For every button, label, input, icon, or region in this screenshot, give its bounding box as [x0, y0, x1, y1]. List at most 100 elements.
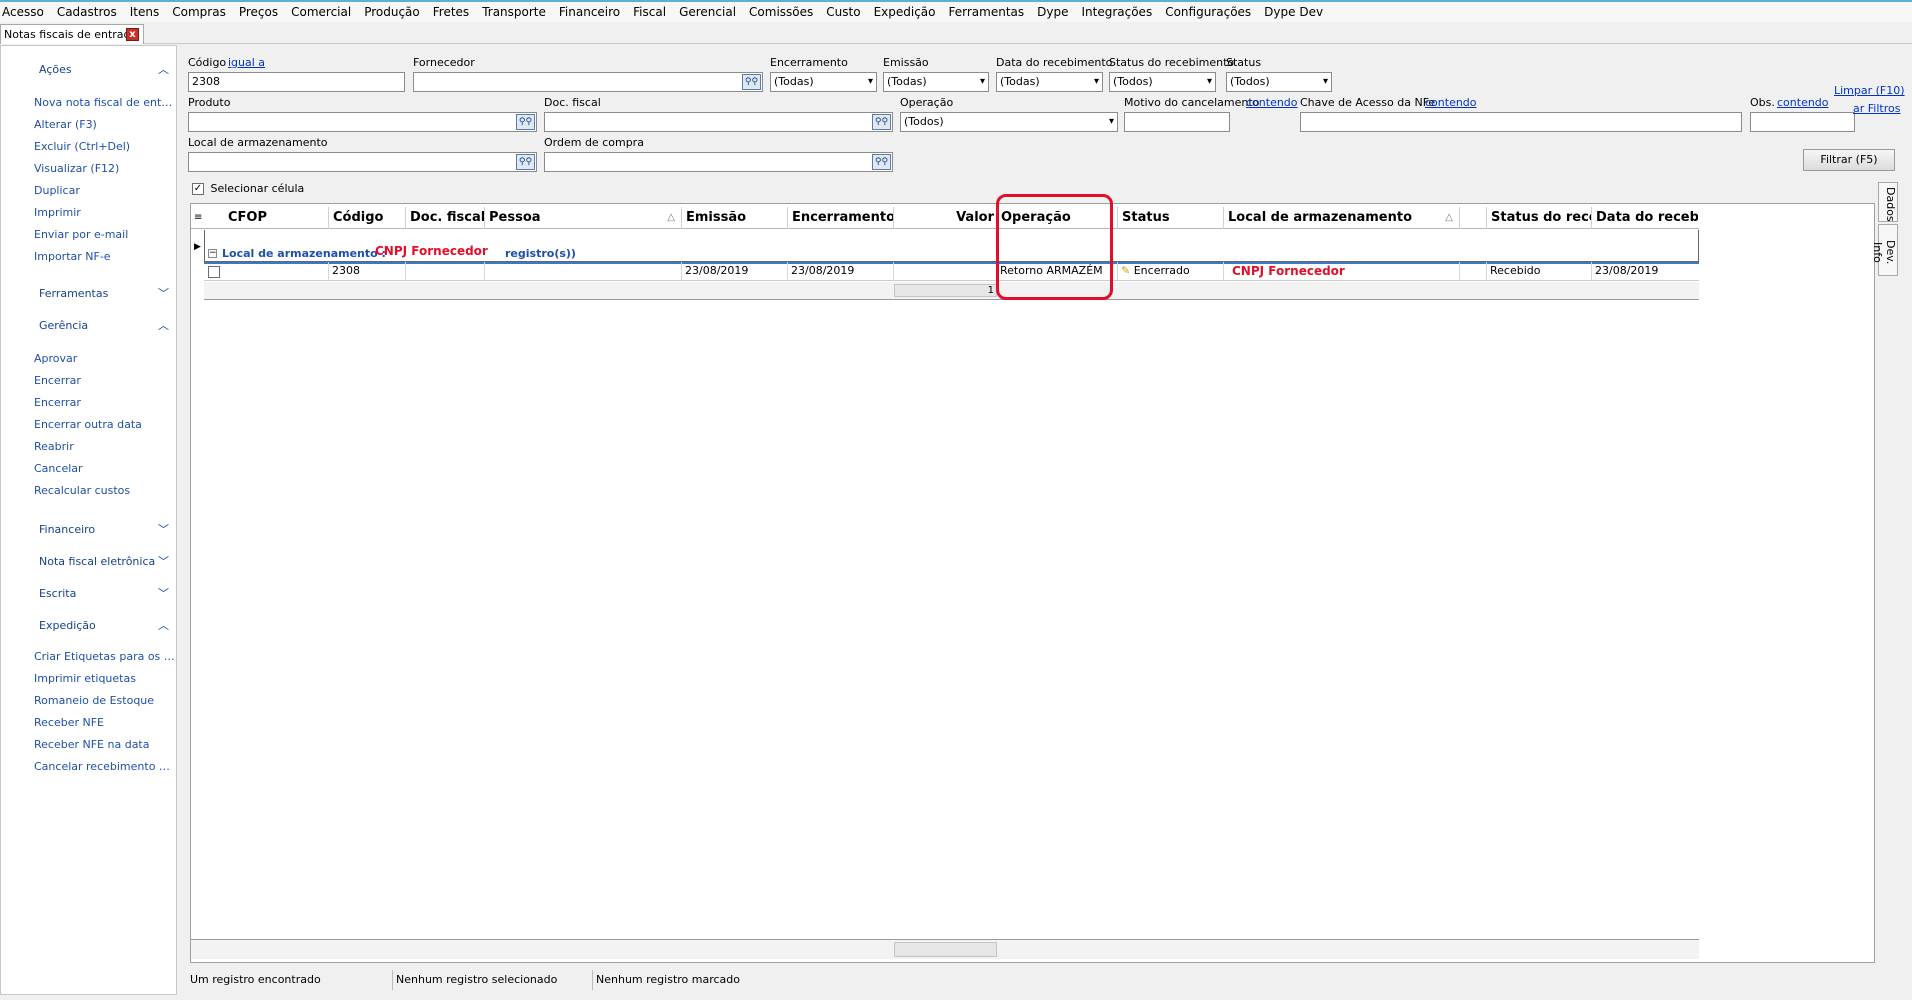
- menu-dype-dev[interactable]: Dype Dev: [1264, 5, 1323, 19]
- col-pessoa[interactable]: Pessoa △: [485, 207, 682, 229]
- chevron-up-icon[interactable]: ︿: [158, 616, 169, 636]
- cell-codigo[interactable]: 2308: [329, 262, 406, 280]
- filtros-link[interactable]: ar Filtros: [1853, 102, 1900, 115]
- obs-mode-link[interactable]: contendo: [1777, 96, 1829, 109]
- action-imprimir[interactable]: Imprimir: [34, 206, 176, 219]
- binoculars-icon[interactable]: ⚲⚲: [516, 114, 535, 130]
- action-cancelar[interactable]: Cancelar: [34, 462, 176, 475]
- menu-custo[interactable]: Custo: [826, 5, 860, 19]
- binoculars-icon[interactable]: ⚲⚲: [516, 154, 535, 170]
- menu-itens[interactable]: Itens: [130, 5, 159, 19]
- collapse-icon[interactable]: −: [208, 249, 217, 258]
- action-receber-nfe[interactable]: Receber NFE: [34, 716, 176, 729]
- col-cfop[interactable]: CFOP: [224, 207, 329, 229]
- section-acoes[interactable]: Ações ︿: [1, 60, 177, 80]
- menu-integracoes[interactable]: Integrações: [1081, 5, 1152, 19]
- menu-acesso[interactable]: Acesso: [2, 5, 44, 19]
- tab-dev-info[interactable]: Dev. Info: [1871, 224, 1898, 276]
- action-recalcular-custos[interactable]: Recalcular custos: [34, 484, 176, 497]
- col-encerramento[interactable]: Encerramento: [788, 207, 894, 229]
- cell-emissao[interactable]: 23/08/2019: [682, 262, 788, 280]
- menu-compras[interactable]: Compras: [172, 5, 226, 19]
- action-cancelar-recebimento[interactable]: Cancelar recebimento NFE: [34, 760, 176, 773]
- col-operacao[interactable]: Operação: [997, 207, 1118, 229]
- action-romaneio-estoque[interactable]: Romaneio de Estoque: [34, 694, 176, 707]
- chevron-down-icon[interactable]: ﹀: [158, 584, 169, 604]
- chevron-down-icon[interactable]: ﹀: [158, 552, 169, 572]
- col-valor[interactable]: Valor: [894, 207, 997, 229]
- menu-comissoes[interactable]: Comissões: [749, 5, 813, 19]
- action-excluir[interactable]: Excluir (Ctrl+Del): [34, 140, 176, 153]
- tab-notas-fiscais-entrada[interactable]: Notas fiscais de entrada x: [0, 24, 144, 44]
- action-reabrir[interactable]: Reabrir: [34, 440, 176, 453]
- data-recebimento-select[interactable]: (Todas) ▾: [996, 72, 1103, 92]
- binoculars-icon[interactable]: ⚲⚲: [742, 74, 761, 90]
- ordem-compra-input[interactable]: ⚲⚲: [544, 152, 893, 172]
- action-imprimir-etiquetas[interactable]: Imprimir etiquetas: [34, 672, 176, 685]
- cell-local[interactable]: CNPJ Fornecedor: [1224, 262, 1460, 280]
- menu-configuracoes[interactable]: Configurações: [1165, 5, 1251, 19]
- action-visualizar[interactable]: Visualizar (F12): [34, 162, 176, 175]
- limpar-link[interactable]: Limpar (F10): [1834, 84, 1905, 97]
- cell-valor[interactable]: [894, 262, 997, 280]
- close-icon[interactable]: x: [126, 28, 139, 41]
- menu-gerencial[interactable]: Gerencial: [679, 5, 736, 19]
- col-status-recebimento[interactable]: Status do recebimento: [1487, 207, 1592, 229]
- section-financeiro[interactable]: Financeiro ﹀: [1, 520, 177, 540]
- section-nfe[interactable]: Nota fiscal eletrônica ﹀: [1, 552, 177, 572]
- section-ferramentas[interactable]: Ferramentas ﹀: [1, 284, 177, 304]
- menu-expedicao[interactable]: Expedição: [874, 5, 936, 19]
- produto-input[interactable]: ⚲⚲: [188, 112, 537, 132]
- cell-status[interactable]: ✎ Encerrado: [1118, 262, 1224, 280]
- group-row[interactable]: − Local de armazenamento : CNPJ Forneced…: [204, 230, 1699, 262]
- status-select[interactable]: (Todos) ▾: [1226, 72, 1332, 92]
- menu-precos[interactable]: Preços: [239, 5, 278, 19]
- column-chooser-icon[interactable]: ≡: [194, 212, 202, 223]
- obs-input[interactable]: [1750, 112, 1855, 132]
- local-armazenamento-input[interactable]: ⚲⚲: [188, 152, 537, 172]
- cell-pessoa[interactable]: [485, 262, 682, 280]
- cell-doc-fiscal[interactable]: [406, 262, 485, 280]
- chevron-up-icon[interactable]: ︿: [158, 60, 169, 80]
- menu-fretes[interactable]: Fretes: [433, 5, 469, 19]
- encerramento-select[interactable]: (Todas) ▾: [770, 72, 877, 92]
- col-data-recebimento[interactable]: Data do recebimento: [1592, 207, 1698, 229]
- section-expedicao[interactable]: Expedição ︿: [1, 616, 177, 636]
- cell-encerramento[interactable]: 23/08/2019: [788, 262, 894, 280]
- binoculars-icon[interactable]: ⚲⚲: [872, 154, 891, 170]
- action-importar-nfe[interactable]: Importar NF-e: [34, 250, 176, 263]
- binoculars-icon[interactable]: ⚲⚲: [872, 114, 891, 130]
- menu-cadastros[interactable]: Cadastros: [57, 5, 117, 19]
- chave-acesso-mode-link[interactable]: contendo: [1425, 96, 1477, 109]
- menu-fiscal[interactable]: Fiscal: [633, 5, 666, 19]
- row-mark-checkbox[interactable]: [208, 266, 220, 278]
- motivo-cancelamento-input[interactable]: [1124, 112, 1230, 132]
- cell-cfop[interactable]: [224, 262, 329, 280]
- action-enviar-email[interactable]: Enviar por e-mail: [34, 228, 176, 241]
- section-escrita[interactable]: Escrita ﹀: [1, 584, 177, 604]
- action-nova-nota[interactable]: Nova nota fiscal de entrada: [34, 96, 176, 109]
- menu-ferramentas[interactable]: Ferramentas: [949, 5, 1025, 19]
- motivo-cancelamento-mode-link[interactable]: contendo: [1246, 96, 1298, 109]
- filtrar-button[interactable]: Filtrar (F5): [1803, 149, 1895, 171]
- col-local-armazenamento[interactable]: Local de armazenamento △: [1224, 207, 1460, 229]
- status-recebimento-select[interactable]: (Todos) ▾: [1109, 72, 1216, 92]
- col-emissao[interactable]: Emissão: [682, 207, 788, 229]
- action-alterar[interactable]: Alterar (F3): [34, 118, 176, 131]
- action-encerrar-2[interactable]: Encerrar: [34, 396, 176, 409]
- action-duplicar[interactable]: Duplicar: [34, 184, 176, 197]
- cell-data-recebimento[interactable]: 23/08/2019: [1592, 262, 1698, 280]
- menu-comercial[interactable]: Comercial: [291, 5, 351, 19]
- selecionar-celula-checkbox[interactable]: ✓: [192, 183, 204, 195]
- fornecedor-input[interactable]: ⚲⚲: [413, 72, 763, 92]
- action-aprovar[interactable]: Aprovar: [34, 352, 176, 365]
- tab-dados[interactable]: Dados: [1878, 182, 1898, 222]
- cell-operacao[interactable]: Retorno ARMAZÉM: [997, 262, 1118, 280]
- chave-acesso-input[interactable]: [1300, 112, 1742, 132]
- menu-financeiro[interactable]: Financeiro: [559, 5, 620, 19]
- action-receber-nfe-data[interactable]: Receber NFE na data: [34, 738, 176, 751]
- codigo-input[interactable]: 2308: [188, 72, 405, 92]
- doc-fiscal-input[interactable]: ⚲⚲: [544, 112, 893, 132]
- chevron-down-icon[interactable]: ﹀: [158, 520, 169, 540]
- selecionar-celula-option[interactable]: ✓ Selecionar célula: [192, 182, 304, 195]
